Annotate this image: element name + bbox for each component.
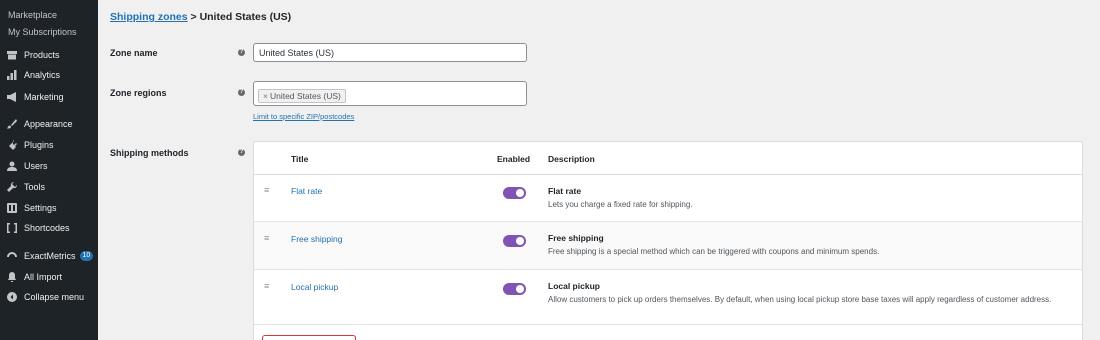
remove-region-icon[interactable]: × <box>263 91 268 101</box>
bar-chart-icon <box>6 69 18 81</box>
method-description-text: Free shipping is a special method which … <box>548 247 880 256</box>
sidebar-item-label: Marketing <box>24 92 64 102</box>
drag-handle-icon[interactable]: ≡ <box>264 233 269 243</box>
breadcrumb: Shipping zones > United States (US) <box>110 11 291 23</box>
wrench-icon <box>6 181 18 193</box>
add-shipping-method-button[interactable] <box>262 335 356 340</box>
sidebar-item-settings[interactable]: Settings <box>0 199 98 217</box>
method-description-name: Flat rate <box>548 186 582 196</box>
plug-icon <box>6 139 18 151</box>
shipping-methods-label: Shipping methods <box>110 148 189 158</box>
method-description-name: Free shipping <box>548 233 604 243</box>
method-description-text: Allow customers to pick up orders themse… <box>548 295 1052 304</box>
drag-handle-icon[interactable]: ≡ <box>264 185 269 195</box>
method-enabled-toggle[interactable] <box>503 187 526 199</box>
zone-regions-select[interactable]: × United States (US) <box>253 81 527 106</box>
column-header-title: Title <box>291 154 309 164</box>
metrics-icon <box>6 250 18 262</box>
method-title-link[interactable]: Flat rate <box>291 186 322 196</box>
sidebar-item-products[interactable]: Products <box>0 46 98 64</box>
sidebar-item-label: All Import <box>24 272 63 282</box>
method-title-link[interactable]: Local pickup <box>291 282 338 292</box>
sidebar-item-exactmetrics[interactable]: ExactMetrics 10 <box>0 247 98 265</box>
sidebar-item-label: Tools <box>24 182 46 192</box>
breadcrumb-shipping-zones-link[interactable]: Shipping zones <box>110 11 188 23</box>
table-row: ≡ Free shipping Free shipping Free shipp… <box>254 222 1082 270</box>
sidebar-item-label: Products <box>24 50 60 60</box>
region-chip-label: United States (US) <box>269 91 341 101</box>
user-icon <box>6 160 18 172</box>
sidebar-item-shortcodes[interactable]: Shortcodes <box>0 219 98 237</box>
method-title-link[interactable]: Free shipping <box>291 234 343 244</box>
page-title: United States (US) <box>199 11 292 23</box>
method-enabled-toggle[interactable] <box>503 235 526 247</box>
sidebar-item-tools[interactable]: Tools <box>0 178 98 196</box>
sidebar-item-label: Analytics <box>24 70 61 80</box>
sidebar-item-label: Users <box>24 161 48 171</box>
limit-zip-postcodes-link[interactable]: Limit to specific ZIP/postcodes <box>253 112 354 121</box>
main-content: Shipping zones > United States (US) Zone… <box>98 0 1100 340</box>
archive-icon <box>6 49 18 61</box>
method-description-name: Local pickup <box>548 281 600 291</box>
brackets-icon <box>6 222 18 234</box>
sidebar-item-label: Shortcodes <box>24 223 70 233</box>
sidebar-item-label: ExactMetrics <box>24 251 76 261</box>
zone-regions-help-icon[interactable]: ? <box>238 89 245 96</box>
sidebar-item-collapse-menu[interactable]: Collapse menu <box>0 288 98 306</box>
sidebar-item-label: Settings <box>24 203 57 213</box>
zone-regions-label: Zone regions <box>110 88 167 98</box>
table-header: Title Enabled Description <box>254 142 1082 175</box>
sidebar-item-label: Appearance <box>24 119 73 129</box>
shipping-methods-table: Title Enabled Description ≡ Flat rate Fl… <box>253 141 1083 340</box>
collapse-icon <box>6 291 18 303</box>
sidebar-item-analytics[interactable]: Analytics <box>0 66 98 84</box>
sidebar-item-appearance[interactable]: Appearance <box>0 115 98 133</box>
sidebar-item-marketing[interactable]: Marketing <box>0 88 98 106</box>
shipping-methods-help-icon[interactable]: ? <box>238 149 245 156</box>
update-count-badge: 10 <box>79 251 94 261</box>
submenu-marketplace[interactable]: Marketplace <box>8 10 57 20</box>
breadcrumb-separator: > <box>187 11 200 23</box>
sidebar-item-plugins[interactable]: Plugins <box>0 136 98 154</box>
paintbrush-icon <box>6 118 18 130</box>
method-description-text: Lets you charge a fixed rate for shippin… <box>548 200 693 209</box>
method-enabled-toggle[interactable] <box>503 283 526 295</box>
region-chip: × United States (US) <box>258 89 346 103</box>
column-header-description: Description <box>548 154 595 164</box>
table-row: ≡ Local pickup Local pickup Allow custom… <box>254 270 1082 325</box>
bell-icon <box>6 271 18 283</box>
zone-name-label: Zone name <box>110 48 158 58</box>
sidebar-item-label: Collapse menu <box>24 292 85 302</box>
sidebar-item-label: Plugins <box>24 140 54 150</box>
submenu-my-subscriptions[interactable]: My Subscriptions <box>8 27 77 37</box>
drag-handle-icon[interactable]: ≡ <box>264 281 269 291</box>
sidebar-item-all-import[interactable]: All Import <box>0 268 98 286</box>
sidebar-item-users[interactable]: Users <box>0 157 98 175</box>
zone-name-help-icon[interactable]: ? <box>238 49 245 56</box>
zone-name-input[interactable]: United States (US) <box>253 43 527 62</box>
table-row: ≡ Flat rate Flat rate Lets you charge a … <box>254 175 1082 222</box>
settings-icon <box>6 202 18 214</box>
megaphone-icon <box>6 91 18 103</box>
column-header-enabled: Enabled <box>497 154 531 164</box>
admin-sidebar: Marketplace My Subscriptions Products An… <box>0 0 98 340</box>
